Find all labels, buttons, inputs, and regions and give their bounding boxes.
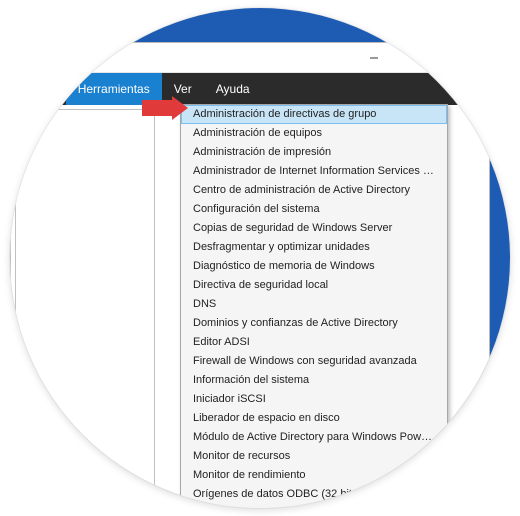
- dropdown-item[interactable]: Diagnóstico de memoria de Windows: [181, 257, 447, 276]
- left-pane: [10, 109, 11, 508]
- titlebar: [10, 43, 489, 73]
- dropdown-item[interactable]: Editor ADSI: [181, 333, 447, 352]
- close-button[interactable]: [443, 43, 489, 73]
- dropdown-item[interactable]: Dominios y confianzas de Active Director…: [181, 314, 447, 333]
- dropdown-item[interactable]: Orígenes de datos ODBC (32 bits): [181, 485, 447, 504]
- dropdown-item[interactable]: Desfragmentar y optimizar unidades: [181, 238, 447, 257]
- herramientas-dropdown: Administración de directivas de grupoAdm…: [180, 104, 448, 508]
- dropdown-item[interactable]: Directiva de seguridad local: [181, 276, 447, 295]
- dropdown-item[interactable]: Monitor de rendimiento: [181, 466, 447, 485]
- middle-pane: Servicios lmag: [15, 109, 155, 508]
- dropdown-item[interactable]: Liberador de espacio en disco: [181, 409, 447, 428]
- dropdown-item[interactable]: Copias de seguridad de Windows Server: [181, 219, 447, 238]
- minimize-icon: [369, 53, 379, 63]
- dropdown-item[interactable]: Información del sistema: [181, 371, 447, 390]
- dropdown-item[interactable]: Administración de directivas de grupo: [181, 105, 447, 124]
- dropdown-item[interactable]: Monitor de recursos: [181, 447, 447, 466]
- menubar: AdministrarHerramientasVerAyuda: [10, 73, 489, 105]
- dropdown-item[interactable]: Iniciador iSCSI: [181, 390, 447, 409]
- dropdown-item[interactable]: Módulo de Active Directory para Windows …: [181, 428, 447, 447]
- minimize-button[interactable]: [351, 43, 397, 73]
- dropdown-item[interactable]: Configuración del sistema: [181, 200, 447, 219]
- menu-item-ayuda[interactable]: Ayuda: [204, 73, 262, 105]
- dropdown-item[interactable]: DNS: [181, 295, 447, 314]
- close-icon: [461, 53, 471, 63]
- maximize-icon: [415, 53, 425, 63]
- dropdown-item[interactable]: Administrador de Internet Information Se…: [181, 162, 447, 181]
- dropdown-item[interactable]: Administración de equipos: [181, 124, 447, 143]
- maximize-button[interactable]: [397, 43, 443, 73]
- dropdown-item[interactable]: Centro de administración de Active Direc…: [181, 181, 447, 200]
- dropdown-item[interactable]: Firewall de Windows con seguridad avanza…: [181, 352, 447, 371]
- annotation-arrow: [142, 96, 188, 120]
- dropdown-item[interactable]: Orígenes de datos ODBC (64 bits): [181, 504, 447, 508]
- menu-item-administrar[interactable]: Administrar: [10, 73, 66, 105]
- dropdown-item[interactable]: Administración de impresión: [181, 143, 447, 162]
